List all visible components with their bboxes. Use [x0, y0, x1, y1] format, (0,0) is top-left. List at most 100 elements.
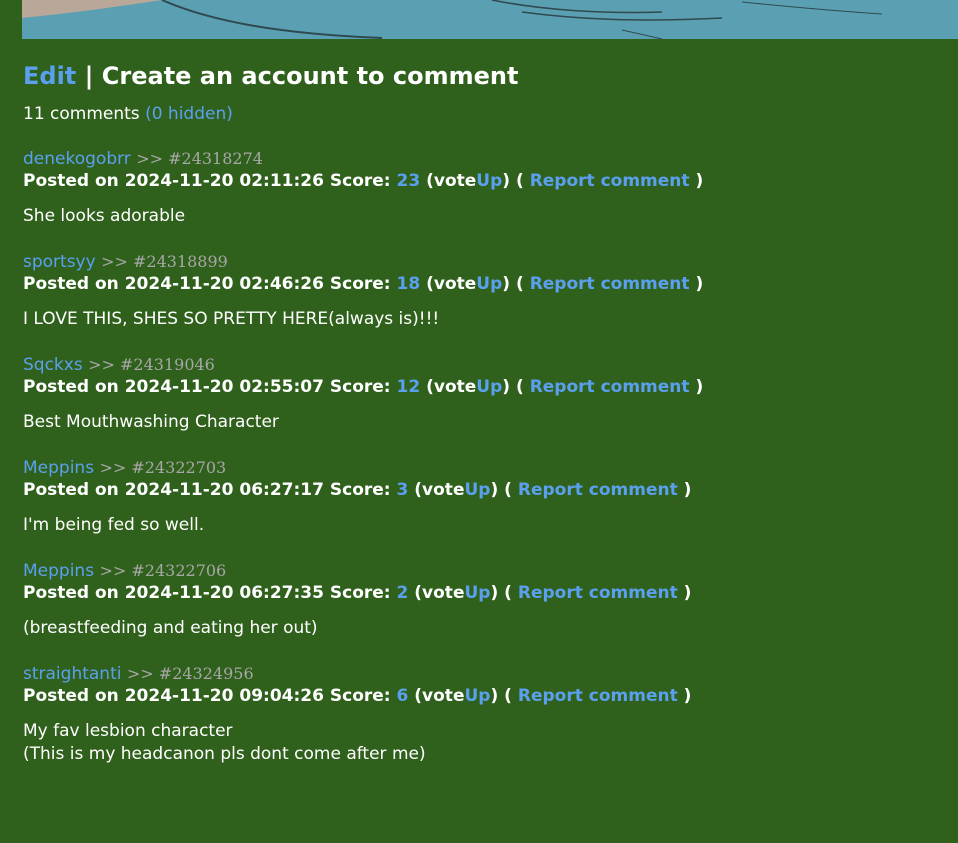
- report-open: (: [504, 583, 512, 603]
- comment-id[interactable]: >> #24324956: [127, 664, 254, 683]
- comment-username-link[interactable]: Meppins: [23, 458, 94, 478]
- comment-header: straightanti >> #24324956: [23, 663, 943, 685]
- comment-score[interactable]: 23: [397, 171, 421, 191]
- comment-header: sportsyy >> #24318899: [23, 251, 943, 273]
- vote-up-link[interactable]: Up: [476, 171, 502, 191]
- comment-actions-header: Edit | Create an account to comment: [23, 60, 943, 92]
- comment-datetime: 2024-11-20 02:55:07: [124, 377, 324, 397]
- comments-section: Edit | Create an account to comment 11 c…: [23, 60, 943, 766]
- comment-body: Best Mouthwashing Character: [23, 411, 943, 434]
- vote-up-link[interactable]: Up: [476, 377, 502, 397]
- report-open: (: [515, 171, 524, 191]
- report-close: ): [695, 274, 704, 294]
- report-open: (: [515, 274, 524, 294]
- report-close: ): [695, 377, 704, 397]
- comment-body-line: (breastfeeding and eating her out): [23, 618, 318, 638]
- report-comment-link[interactable]: Report comment: [518, 686, 678, 706]
- post-image-bottom-edge[interactable]: [22, 0, 958, 39]
- comment-username-link[interactable]: straightanti: [23, 664, 121, 684]
- posted-label: Posted on: [23, 377, 119, 397]
- comment-score[interactable]: 3: [397, 480, 409, 500]
- comment-username-link[interactable]: sportsyy: [23, 252, 96, 272]
- comment-meta: Posted on 2024-11-20 02:55:07 Score: 12 …: [23, 376, 943, 399]
- score-label: Score:: [329, 583, 391, 603]
- comment-datetime: 2024-11-20 06:27:35: [124, 583, 324, 603]
- comment-item: Sqckxs >> #24319046 Posted on 2024-11-20…: [23, 354, 943, 434]
- report-comment-link[interactable]: Report comment: [530, 171, 690, 191]
- comment-body-line: (This is my headcanon pls dont come afte…: [23, 744, 426, 764]
- comment-body: She looks adorable: [23, 205, 943, 228]
- comment-item: straightanti >> #24324956 Posted on 2024…: [23, 663, 943, 766]
- report-open: (: [504, 480, 512, 500]
- comment-username-link[interactable]: Meppins: [23, 561, 94, 581]
- vote-up-link[interactable]: Up: [464, 480, 490, 500]
- comment-score[interactable]: 12: [397, 377, 421, 397]
- comment-meta: Posted on 2024-11-20 02:11:26 Score: 23 …: [23, 170, 943, 193]
- report-comment-link[interactable]: Report comment: [530, 377, 690, 397]
- vote-close: ): [490, 686, 499, 706]
- comment-score[interactable]: 2: [397, 583, 409, 603]
- comment-header: Meppins >> #24322703: [23, 457, 943, 479]
- comment-header: Meppins >> #24322706: [23, 560, 943, 582]
- report-comment-link[interactable]: Report comment: [518, 480, 678, 500]
- edit-link[interactable]: Edit: [23, 62, 76, 90]
- report-open: (: [515, 377, 524, 397]
- comment-id[interactable]: >> #24322703: [99, 458, 226, 477]
- vote-open: (vote: [414, 686, 465, 706]
- comment-meta: Posted on 2024-11-20 06:27:17 Score: 3 (…: [23, 479, 943, 502]
- comment-body-line: Best Mouthwashing Character: [23, 412, 279, 432]
- vote-close: ): [502, 171, 511, 191]
- posted-label: Posted on: [23, 686, 119, 706]
- vote-open: (vote: [426, 171, 477, 191]
- comment-score[interactable]: 18: [397, 274, 421, 294]
- posted-label: Posted on: [23, 171, 119, 191]
- create-account-link[interactable]: Create an account to comment: [102, 62, 519, 90]
- vote-up-link[interactable]: Up: [464, 686, 490, 706]
- post-image-artwork: [22, 0, 958, 39]
- comment-score[interactable]: 6: [397, 686, 409, 706]
- comment-body: (breastfeeding and eating her out): [23, 617, 943, 640]
- score-label: Score:: [329, 274, 391, 294]
- report-comment-link[interactable]: Report comment: [518, 583, 678, 603]
- comment-datetime: 2024-11-20 09:04:26: [124, 686, 324, 706]
- posted-label: Posted on: [23, 274, 119, 294]
- comment-meta: Posted on 2024-11-20 06:27:35 Score: 2 (…: [23, 582, 943, 605]
- vote-open: (vote: [414, 480, 465, 500]
- comment-header: denekogobrr >> #24318274: [23, 148, 943, 170]
- comment-body: I LOVE THIS, SHES SO PRETTY HERE(always …: [23, 308, 943, 331]
- comment-body-line: I'm being fed so well.: [23, 515, 205, 535]
- vote-close: ): [490, 583, 499, 603]
- comment-item: Meppins >> #24322706 Posted on 2024-11-2…: [23, 560, 943, 640]
- vote-up-link[interactable]: Up: [464, 583, 490, 603]
- comment-id[interactable]: >> #24319046: [88, 355, 215, 374]
- report-open: (: [504, 686, 512, 706]
- comment-username-link[interactable]: denekogobrr: [23, 149, 131, 169]
- score-label: Score:: [329, 171, 391, 191]
- hidden-comments-link[interactable]: (0 hidden): [145, 104, 233, 124]
- vote-up-link[interactable]: Up: [476, 274, 502, 294]
- score-label: Score:: [329, 377, 391, 397]
- comment-meta: Posted on 2024-11-20 09:04:26 Score: 6 (…: [23, 685, 943, 708]
- posted-label: Posted on: [23, 583, 119, 603]
- comment-username-link[interactable]: Sqckxs: [23, 355, 83, 375]
- vote-open: (vote: [426, 377, 477, 397]
- vote-open: (vote: [426, 274, 477, 294]
- comment-item: denekogobrr >> #24318274 Posted on 2024-…: [23, 148, 943, 228]
- report-close: ): [683, 480, 692, 500]
- comment-body-line: She looks adorable: [23, 206, 186, 226]
- comment-id[interactable]: >> #24322706: [99, 561, 226, 580]
- comment-body-line: My fav lesbion character: [23, 721, 233, 741]
- comment-list: denekogobrr >> #24318274 Posted on 2024-…: [23, 148, 943, 766]
- score-label: Score:: [329, 686, 391, 706]
- vote-close: ): [490, 480, 499, 500]
- comment-header: Sqckxs >> #24319046: [23, 354, 943, 376]
- comment-item: Meppins >> #24322703 Posted on 2024-11-2…: [23, 457, 943, 537]
- comment-id[interactable]: >> #24318274: [136, 149, 263, 168]
- report-comment-link[interactable]: Report comment: [530, 274, 690, 294]
- comment-id[interactable]: >> #24318899: [101, 252, 228, 271]
- comment-datetime: 2024-11-20 02:11:26: [124, 171, 324, 191]
- comment-count: 11 comments: [23, 104, 140, 124]
- vote-close: ): [502, 274, 511, 294]
- comment-datetime: 2024-11-20 02:46:26: [124, 274, 324, 294]
- comment-meta: Posted on 2024-11-20 02:46:26 Score: 18 …: [23, 273, 943, 296]
